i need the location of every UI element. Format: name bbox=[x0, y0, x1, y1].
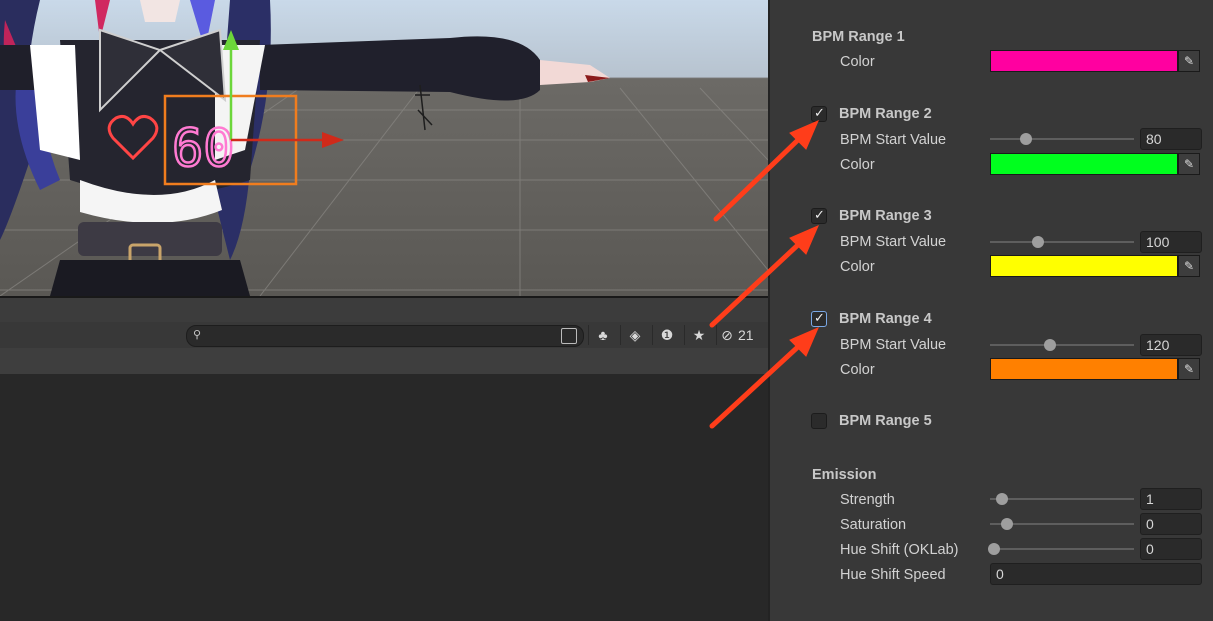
project-pane bbox=[0, 374, 768, 621]
strength-label: Strength bbox=[840, 492, 895, 508]
range-4-header: BPM Range 4 bbox=[839, 311, 932, 327]
range-5-checkbox[interactable] bbox=[811, 413, 827, 429]
emission-header: Emission bbox=[812, 467, 877, 483]
range-2-color-label: Color bbox=[840, 157, 875, 173]
range-1-header: BPM Range 1 bbox=[812, 29, 905, 45]
range-2-checkbox[interactable] bbox=[811, 105, 827, 122]
range-3-start-label: BPM Start Value bbox=[840, 234, 947, 250]
hidden-count: 21 bbox=[738, 327, 754, 343]
range-4-start-label: BPM Start Value bbox=[840, 337, 947, 353]
range-3-slider-thumb[interactable] bbox=[1031, 236, 1044, 248]
range-1-color-swatch[interactable] bbox=[990, 50, 1178, 72]
range-3-color-label: Color bbox=[840, 259, 875, 275]
range-2-slider-thumb[interactable] bbox=[1020, 133, 1032, 145]
range-3-start-input[interactable]: 100 bbox=[1140, 231, 1202, 253]
range-4-slider-track[interactable] bbox=[990, 344, 1134, 346]
neon-number: 60 bbox=[172, 119, 235, 179]
panel-tab-bar: ⋮ bbox=[0, 298, 768, 614]
scene-view[interactable]: 60 bbox=[0, 0, 768, 296]
range-4-checkbox[interactable] bbox=[811, 310, 827, 327]
search-input[interactable]: ⚲ bbox=[186, 325, 584, 347]
hue-shift-speed-input[interactable]: 0 bbox=[990, 563, 1202, 585]
range-5-header: BPM Range 5 bbox=[839, 413, 932, 429]
favorite-star-icon[interactable]: ★ bbox=[684, 325, 713, 345]
hidden-visibility-icon[interactable]: ⊘ bbox=[716, 325, 737, 345]
range-4-color-label: Color bbox=[840, 362, 875, 378]
strength-input[interactable]: 1 bbox=[1140, 488, 1202, 510]
range-2-start-label: BPM Start Value bbox=[840, 132, 947, 148]
filter-type-icon[interactable]: ♣ bbox=[588, 325, 617, 345]
saturation-input[interactable]: 0 bbox=[1140, 513, 1202, 535]
label-tag-icon[interactable]: ◈ bbox=[620, 325, 649, 345]
strength-slider-thumb[interactable] bbox=[995, 493, 1008, 505]
eyedropper-icon[interactable]: ✎ bbox=[1178, 255, 1200, 277]
range-3-slider-track[interactable] bbox=[990, 241, 1134, 243]
range-2-color-swatch[interactable] bbox=[990, 153, 1178, 175]
range-2-slider-track[interactable] bbox=[990, 138, 1134, 140]
strength-slider-track[interactable] bbox=[990, 498, 1134, 500]
search-icon: ⚲ bbox=[193, 329, 202, 341]
saturation-label: Saturation bbox=[840, 517, 907, 533]
search-options-icon[interactable] bbox=[561, 328, 577, 344]
hue-shift-slider-track[interactable] bbox=[990, 548, 1134, 550]
eyedropper-icon[interactable]: ✎ bbox=[1178, 50, 1200, 72]
range-2-start-input[interactable]: 80 bbox=[1140, 128, 1202, 150]
hue-shift-speed-label: Hue Shift Speed bbox=[840, 567, 946, 583]
hue-shift-label: Hue Shift (OKLab) bbox=[840, 542, 959, 558]
range-3-header: BPM Range 3 bbox=[839, 208, 932, 224]
range-3-color-swatch[interactable] bbox=[990, 255, 1178, 277]
range-2-header: BPM Range 2 bbox=[839, 106, 932, 122]
scene-render: 60 bbox=[0, 0, 768, 296]
range-4-color-swatch[interactable] bbox=[990, 358, 1178, 380]
eyedropper-icon[interactable]: ✎ bbox=[1178, 358, 1200, 380]
range-1-color-label: Color bbox=[840, 54, 875, 70]
range-4-start-input[interactable]: 120 bbox=[1140, 334, 1202, 356]
eyedropper-icon[interactable]: ✎ bbox=[1178, 153, 1200, 175]
range-3-checkbox[interactable] bbox=[811, 207, 827, 224]
list-row[interactable] bbox=[0, 348, 768, 374]
warning-icon[interactable]: ❶ bbox=[652, 325, 681, 345]
hue-shift-input[interactable]: 0 bbox=[1140, 538, 1202, 560]
